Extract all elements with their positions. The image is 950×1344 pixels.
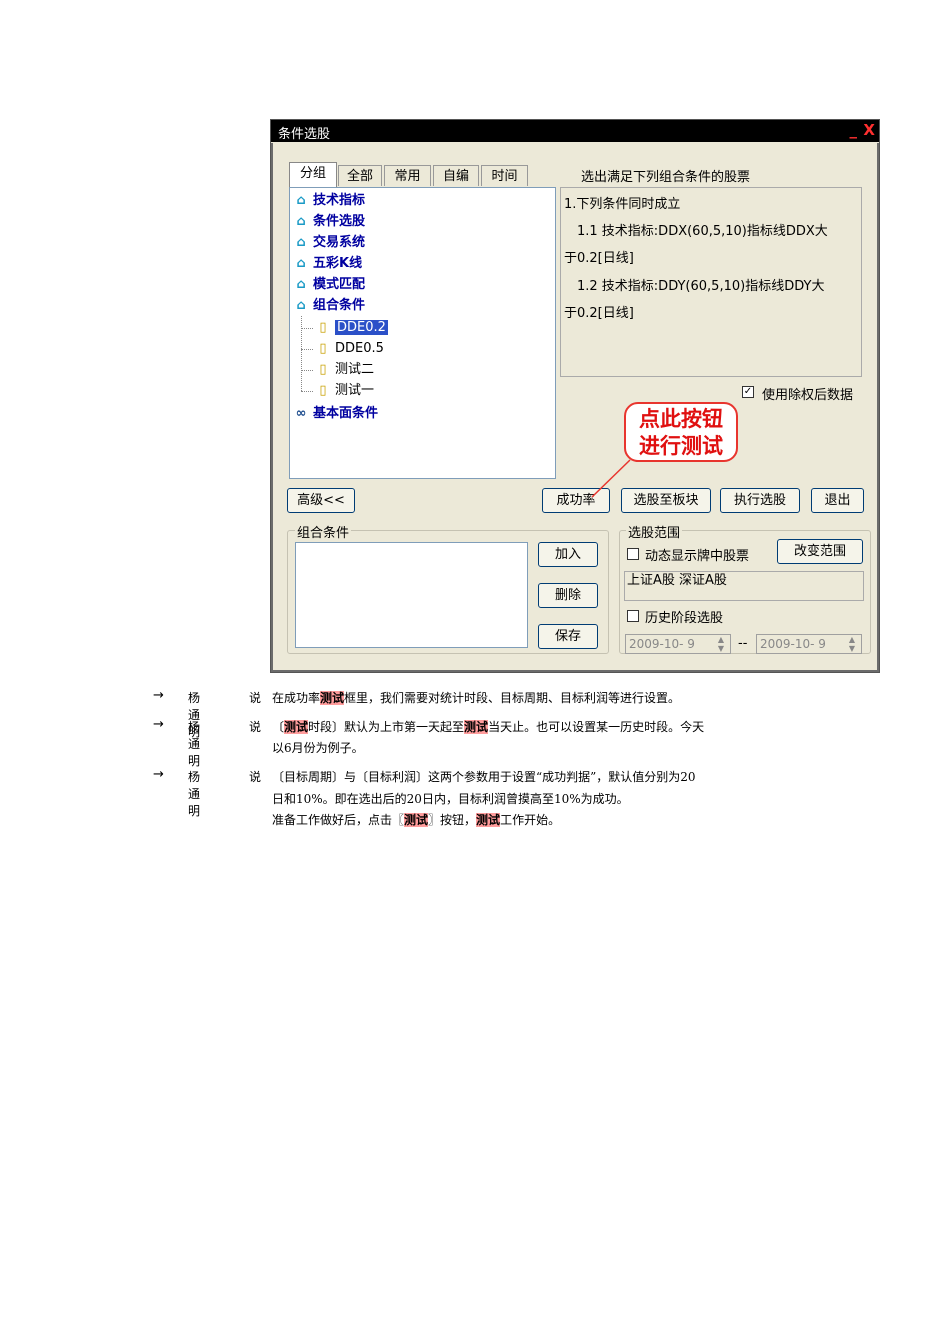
note-text: 〔目标周期〕与〔目标利润〕这两个参数用于设置“成功判据”，默认值分别为20 [272, 770, 696, 784]
note-speaker: 杨通明 [188, 720, 201, 768]
note-speaker: 杨通明 [188, 770, 201, 818]
callout-pointer [591, 459, 631, 498]
note-text: 在成功率测试框里，我们需要对统计时段、目标周期、目标利润等进行设置。 [272, 691, 681, 705]
note-text: 〔测试时段〕默认为上市第一天起至测试当天止。也可以设置某一历史时段。今天 [272, 720, 705, 734]
arrow-icon: → [153, 717, 164, 732]
arrow-icon: → [153, 688, 164, 703]
arrow-icon: → [153, 767, 164, 782]
callout-annotation: 点此按钮 进行测试 [624, 402, 738, 462]
note-say: 说 [249, 691, 262, 705]
note-text: 准备工作做好后，点击〖测试〗按钮，测试工作开始。 [272, 813, 561, 827]
note-say: 说 [249, 770, 262, 784]
note-text: 日和10%。即在选出后的20日内，目标利润曾摸高至10%为成功。 [272, 792, 629, 806]
note-text: 以6月份为例子。 [272, 741, 364, 755]
note-say: 说 [249, 720, 262, 734]
